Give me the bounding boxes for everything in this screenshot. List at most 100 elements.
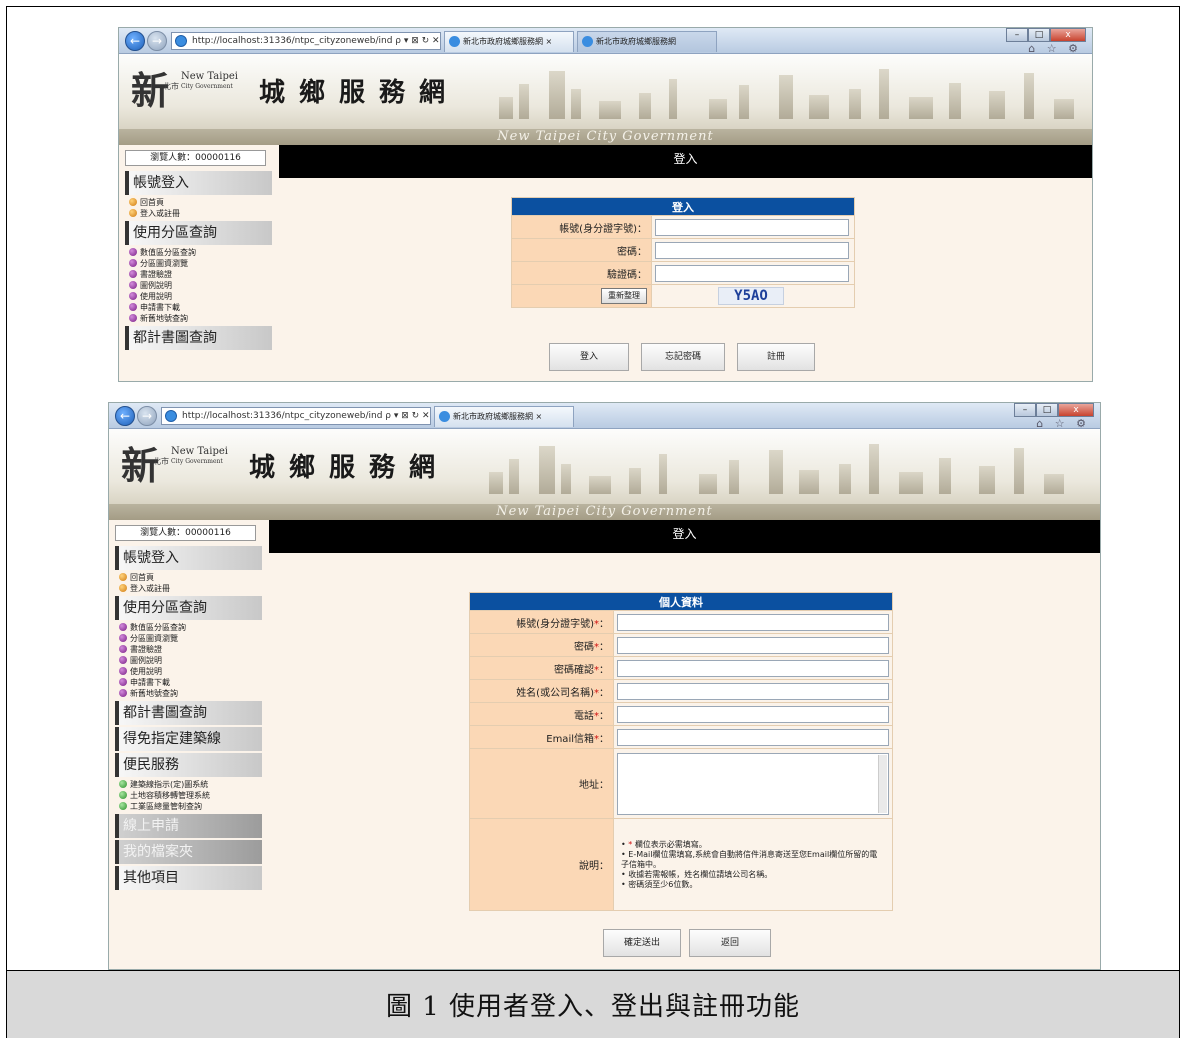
sidebar-head-online-apply[interactable]: 線上申請: [115, 814, 262, 838]
sidebar-item[interactable]: 建築線指示(定)圖系統: [109, 779, 262, 790]
bullet-icon: [129, 303, 137, 311]
bullet-icon: [129, 292, 137, 300]
sidebar-item-home[interactable]: 回首頁: [119, 197, 272, 208]
name-input[interactable]: [617, 682, 889, 700]
bullet-icon: [119, 780, 127, 788]
password-confirm-label: 密碼確認*：: [469, 656, 614, 680]
register-button[interactable]: 註冊: [737, 343, 815, 371]
bullet-icon: [119, 689, 127, 697]
sidebar-item[interactable]: 圖例說明: [109, 655, 262, 666]
address-bar[interactable]: http://localhost:31336/ntpc_cityzoneweb/…: [161, 407, 431, 425]
sidebar-item[interactable]: 分區圖資瀏覽: [119, 258, 272, 269]
browser-chrome: ← → http://localhost:31336/ntpc_cityzone…: [119, 28, 1092, 55]
sidebar-item[interactable]: 新舊地號查詢: [109, 688, 262, 699]
submit-button[interactable]: 確定送出: [603, 929, 681, 957]
sidebar-item[interactable]: 申請書下載: [119, 302, 272, 313]
login-button[interactable]: 登入: [549, 343, 629, 371]
address-textarea[interactable]: [617, 752, 889, 815]
bullet-icon: [119, 623, 127, 631]
note-item: * 欄位表示必需填寫。: [621, 840, 885, 850]
phone-label: 電話*：: [469, 702, 614, 726]
password-confirm-input[interactable]: [617, 659, 889, 677]
sidebar-item[interactable]: 數值區分區查詢: [109, 622, 262, 633]
sidebar-head-building-line[interactable]: 得免指定建築線: [115, 727, 262, 751]
login-form: 登入 帳號(身分證字號)： 密碼： 驗證碼： 重新整理 Y5AO: [511, 197, 855, 308]
forward-arrow-icon[interactable]: →: [137, 406, 157, 426]
sidebar-head-zoning[interactable]: 使用分區查詢: [125, 221, 272, 245]
forward-arrow-icon[interactable]: →: [147, 31, 167, 51]
phone-input[interactable]: [617, 705, 889, 723]
sidebar-item[interactable]: 數值區分區查詢: [119, 247, 272, 258]
site-banner: 新 北市 New Taipei City Government 城鄉服務網: [119, 54, 1092, 129]
ie-icon: [449, 36, 460, 47]
browser-tab[interactable]: 新北市政府城鄉服務網 ×: [444, 31, 574, 52]
note-item: 收據若需報帳，姓名欄位請填公司名稱。: [621, 870, 885, 880]
name-label: 姓名(或公司名稱)*：: [469, 679, 614, 703]
close-button[interactable]: x: [1050, 28, 1086, 42]
sidebar-head-other[interactable]: 其他項目: [115, 866, 262, 890]
captcha-input[interactable]: [655, 264, 849, 282]
close-button[interactable]: x: [1058, 403, 1094, 417]
sidebar: 瀏覽人數：00000116 帳號登入 回首頁 登入或註冊 使用分區查詢 數值區分…: [109, 520, 262, 969]
login-screenshot: ← → http://localhost:31336/ntpc_cityzone…: [118, 27, 1093, 382]
browser-tab[interactable]: 新北市政府城鄉服務網 ×: [434, 406, 574, 427]
account-label: 帳號(身分證字號)*：: [469, 610, 614, 634]
sidebar-item-login[interactable]: 登入或註冊: [109, 583, 262, 594]
sidebar-item[interactable]: 書證驗證: [119, 269, 272, 280]
sidebar-head-account[interactable]: 帳號登入: [115, 546, 262, 570]
sidebar-item[interactable]: 土地容積移轉管理系統: [109, 790, 262, 801]
account-input[interactable]: [655, 218, 849, 236]
password-input[interactable]: [617, 636, 889, 654]
notes-list: * 欄位表示必需填寫。 E-Mail欄位需填寫,系統會自動將信件消息寄送至您Em…: [617, 838, 889, 892]
bullet-icon: [119, 667, 127, 675]
sidebar-item[interactable]: 圖例說明: [119, 280, 272, 291]
back-arrow-icon[interactable]: ←: [125, 31, 145, 51]
account-input[interactable]: [617, 613, 889, 631]
sidebar-item[interactable]: 書證驗證: [109, 644, 262, 655]
bullet-icon: [129, 248, 137, 256]
sidebar-item[interactable]: 申請書下載: [109, 677, 262, 688]
bullet-icon: [119, 645, 127, 653]
sidebar-item[interactable]: 新舊地號查詢: [119, 313, 272, 324]
sidebar-head-plan[interactable]: 都計書圖查詢: [125, 326, 272, 350]
bullet-icon: [129, 259, 137, 267]
sidebar-item-home[interactable]: 回首頁: [109, 572, 262, 583]
sidebar-head-public-service[interactable]: 便民服務: [115, 753, 262, 777]
sidebar-head-account[interactable]: 帳號登入: [125, 171, 272, 195]
register-form: 個人資料 帳號(身分證字號)*： 密碼*： 密碼確認*： 姓名(或公司名稱)*：…: [469, 592, 893, 911]
sidebar-item[interactable]: 使用說明: [109, 666, 262, 677]
site-title: 城鄉服務網: [249, 453, 450, 483]
gov-name-strip: New Taipei City Government: [109, 504, 1100, 520]
minimize-button[interactable]: –: [1006, 28, 1028, 42]
bullet-icon: [129, 209, 137, 217]
notes-cell: * 欄位表示必需填寫。 E-Mail欄位需填寫,系統會自動將信件消息寄送至您Em…: [613, 818, 893, 911]
sidebar-head-my-files[interactable]: 我的檔案夾: [115, 840, 262, 864]
visit-counter: 瀏覽人數：00000116: [125, 150, 266, 166]
form-header: 個人資料: [469, 592, 893, 611]
ie-icon: [582, 36, 593, 47]
maximize-button[interactable]: □: [1028, 28, 1050, 42]
email-input[interactable]: [617, 728, 889, 746]
register-screenshot: ← → http://localhost:31336/ntpc_cityzone…: [108, 402, 1101, 970]
sidebar-item-login[interactable]: 登入或註冊: [119, 208, 272, 219]
refresh-captcha-button[interactable]: 重新整理: [601, 288, 647, 304]
forgot-password-button[interactable]: 忘記密碼: [641, 343, 725, 371]
sidebar-item[interactable]: 分區圖資瀏覽: [109, 633, 262, 644]
browser-tab[interactable]: 新北市政府城鄉服務網: [577, 31, 717, 52]
visit-counter: 瀏覽人數：00000116: [115, 525, 256, 541]
sidebar-head-zoning[interactable]: 使用分區查詢: [115, 596, 262, 620]
ie-icon: [439, 411, 450, 422]
minimize-button[interactable]: –: [1014, 403, 1036, 417]
address-bar[interactable]: http://localhost:31336/ntpc_cityzoneweb/…: [171, 32, 441, 50]
notes-label: 說明：: [469, 818, 614, 911]
maximize-button[interactable]: □: [1036, 403, 1058, 417]
window-controls: – □ x: [1014, 403, 1094, 417]
sidebar-head-plan[interactable]: 都計書圖查詢: [115, 701, 262, 725]
back-button[interactable]: 返回: [689, 929, 771, 957]
bullet-icon: [119, 656, 127, 664]
sidebar-item[interactable]: 工業區總量管制查詢: [109, 801, 262, 812]
password-input[interactable]: [655, 241, 849, 259]
sidebar-item[interactable]: 使用說明: [119, 291, 272, 302]
bullet-icon: [129, 198, 137, 206]
back-arrow-icon[interactable]: ←: [115, 406, 135, 426]
